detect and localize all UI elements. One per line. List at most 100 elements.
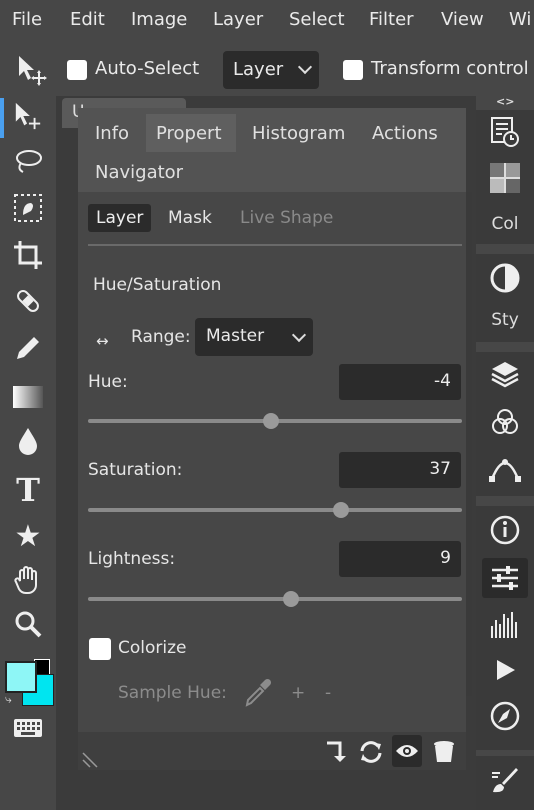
menu-view[interactable]: View <box>441 9 484 30</box>
histogram-icon <box>490 610 520 642</box>
trash-icon[interactable] <box>433 740 455 768</box>
gradient-tool-button[interactable] <box>0 377 56 417</box>
lasso-tool-button[interactable] <box>0 144 56 184</box>
hue-slider-handle[interactable] <box>263 413 280 429</box>
transform-controls-label: Transform control <box>371 58 529 79</box>
hand-tool-button[interactable] <box>0 562 56 602</box>
subtab-live-shape[interactable]: Live Shape <box>240 208 333 228</box>
chevron-down-icon <box>297 59 313 75</box>
crop-tool-button[interactable] <box>0 237 56 277</box>
visibility-toggle-button[interactable] <box>392 735 422 767</box>
adjustment-title: Hue/Saturation <box>93 275 222 295</box>
tab-histogram[interactable]: Histogram <box>252 123 345 144</box>
brush-icon <box>490 765 520 799</box>
star-icon: ★ <box>14 518 42 554</box>
swatches-icon <box>490 163 520 197</box>
dock-group-4 <box>476 506 534 750</box>
layers-button[interactable] <box>476 356 534 396</box>
keyboard-icon <box>13 718 43 742</box>
dock-group-3 <box>476 352 534 496</box>
bandage-icon <box>13 286 43 320</box>
lasso-icon <box>13 147 43 181</box>
menu-filter[interactable]: Filter <box>369 9 414 30</box>
lightness-input[interactable]: 9 <box>339 541 461 577</box>
paths-button[interactable] <box>476 450 534 490</box>
tab-info[interactable]: Info <box>95 123 129 144</box>
actions-button[interactable] <box>476 652 534 692</box>
saturation-input[interactable]: 37 <box>339 452 461 488</box>
auto-select-checkbox[interactable] <box>67 60 87 80</box>
lightness-label: Lightness: <box>88 549 176 569</box>
properties-bottom-bar <box>78 732 466 770</box>
healing-tool-button[interactable] <box>0 283 56 323</box>
auto-select-label: Auto-Select <box>95 58 200 79</box>
styles-panel-label[interactable]: Sty <box>476 310 534 330</box>
swatches-button[interactable] <box>476 160 534 200</box>
add-sample-icon[interactable]: + <box>291 683 305 703</box>
tab-properties[interactable]: Propert <box>146 114 236 152</box>
divider <box>88 244 462 246</box>
history-button[interactable] <box>476 114 534 154</box>
clip-to-layer-icon[interactable] <box>324 740 346 768</box>
panel-scrollbar[interactable] <box>466 192 472 696</box>
colorize-checkbox[interactable] <box>89 638 111 660</box>
collapse-dock-toggle[interactable]: <> <box>496 95 514 108</box>
tab-actions[interactable]: Actions <box>372 123 438 144</box>
color-panel-label[interactable]: Col <box>476 214 534 234</box>
lightness-slider-track[interactable] <box>88 597 462 601</box>
info-button[interactable] <box>476 512 534 552</box>
navigator-button[interactable] <box>476 698 534 738</box>
subtab-mask[interactable]: Mask <box>168 208 212 228</box>
adjustments-button[interactable] <box>476 260 534 300</box>
histogram-button[interactable] <box>476 606 534 646</box>
range-arrows-icon: ↔ <box>96 332 109 350</box>
tab-navigator[interactable]: Navigator <box>95 162 183 183</box>
menu-image[interactable]: Image <box>131 9 187 30</box>
range-value: Master <box>206 326 265 346</box>
pencil-icon <box>13 333 43 367</box>
resize-grip-icon[interactable] <box>82 752 98 772</box>
color-swatches: ⤷ <box>5 659 55 713</box>
menu-window[interactable]: Wi <box>509 9 531 30</box>
hue-input[interactable]: -4 <box>339 364 461 400</box>
menu-file[interactable]: File <box>12 9 42 30</box>
keyboard-button[interactable] <box>0 710 56 750</box>
eye-icon <box>395 741 419 765</box>
hand-icon <box>14 565 42 599</box>
shape-tool-button[interactable]: ★ <box>0 516 56 556</box>
lightness-slider-handle[interactable] <box>283 591 300 607</box>
quick-selection-icon <box>13 193 43 227</box>
channels-button[interactable] <box>476 404 534 444</box>
chevron-down-icon <box>291 327 307 343</box>
move-tool-icon <box>16 54 48 90</box>
info-icon <box>490 515 520 549</box>
saturation-label: Saturation: <box>88 460 183 480</box>
subtract-sample-icon[interactable]: - <box>325 683 331 703</box>
transform-controls-checkbox[interactable] <box>343 60 363 80</box>
auto-select-target-dropdown[interactable]: Layer <box>223 51 319 89</box>
move-tool-button[interactable] <box>0 98 56 138</box>
type-tool-button[interactable]: T <box>0 470 56 510</box>
magnifier-icon <box>13 609 43 643</box>
eyedropper-icon[interactable] <box>243 678 273 712</box>
menu-layer[interactable]: Layer <box>213 9 263 30</box>
drop-icon <box>16 426 40 460</box>
menu-bar: File Edit Image Layer Select Filter View… <box>0 0 534 42</box>
properties-button[interactable] <box>482 558 528 598</box>
pen-path-icon <box>489 453 521 487</box>
brush-tool-button[interactable] <box>0 330 56 370</box>
saturation-slider-track[interactable] <box>88 508 462 512</box>
type-icon: T <box>16 471 40 509</box>
foreground-color-swatch[interactable] <box>5 661 37 693</box>
quick-selection-tool-button[interactable] <box>0 190 56 230</box>
range-dropdown[interactable]: Master <box>195 318 313 356</box>
reset-icon[interactable] <box>358 740 384 768</box>
zoom-tool-button[interactable] <box>0 606 56 646</box>
subtab-layer[interactable]: Layer <box>88 204 152 232</box>
swap-colors-icon[interactable]: ⤷ <box>5 692 12 707</box>
sliders-icon <box>490 563 520 597</box>
menu-select[interactable]: Select <box>289 9 345 30</box>
menu-edit[interactable]: Edit <box>70 9 105 30</box>
blur-tool-button[interactable] <box>0 423 56 463</box>
brush-settings-button[interactable] <box>476 762 534 802</box>
